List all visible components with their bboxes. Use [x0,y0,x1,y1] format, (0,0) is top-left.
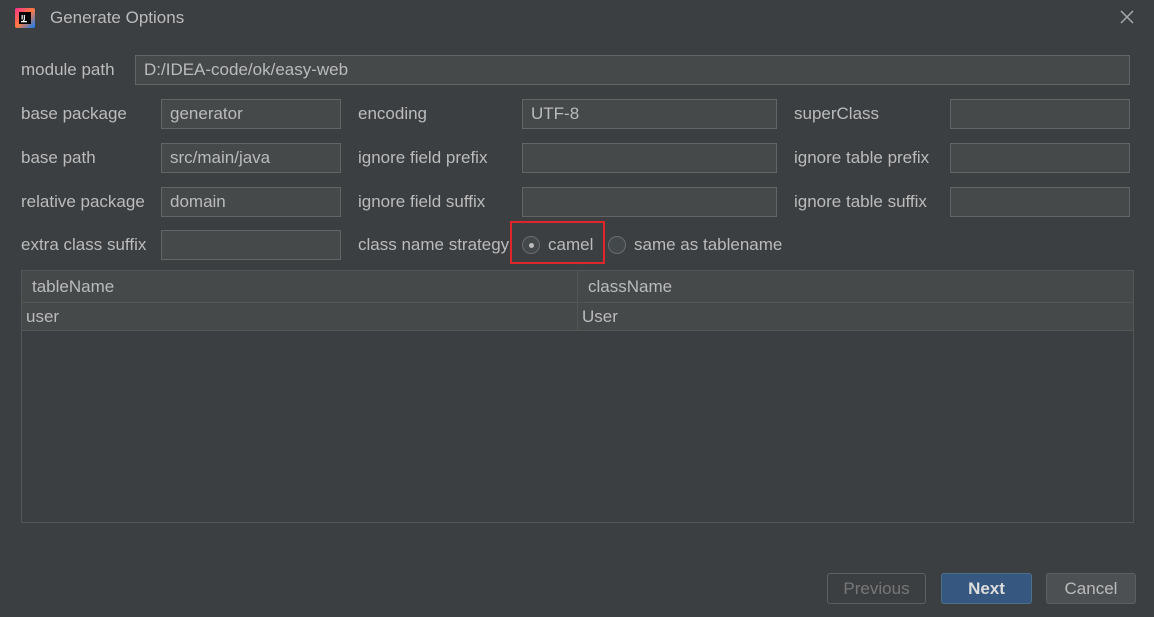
previous-button[interactable]: Previous [827,573,926,604]
ignore-field-prefix-label: ignore field prefix [358,148,488,167]
cancel-button[interactable]: Cancel [1046,573,1136,604]
cell-classname[interactable]: User [578,303,618,331]
svg-text:IJ: IJ [21,15,25,22]
intellij-idea-icon: IJ [15,8,35,28]
same-as-tablename-radio-label[interactable]: same as tablename [634,235,782,255]
super-class-field[interactable] [950,99,1130,129]
ignore-field-prefix-field[interactable] [522,143,777,173]
base-package-label: base package [21,104,127,123]
column-header-tablename[interactable]: tableName [22,271,114,303]
base-path-field[interactable]: src/main/java [161,143,341,173]
base-package-field[interactable]: generator [161,99,341,129]
class-name-strategy-label: class name strategy [358,235,510,254]
super-class-label: superClass [794,104,880,123]
close-icon[interactable] [1118,8,1136,26]
camel-radio-label[interactable]: camel [548,235,593,255]
column-separator[interactable] [577,271,578,331]
title-bar: IJ Generate Options [0,0,1154,36]
module-path-field[interactable]: D:/IDEA-code/ok/easy-web [135,55,1130,85]
relative-package-field[interactable]: domain [161,187,341,217]
extra-class-suffix-field[interactable] [161,230,341,260]
encoding-label: encoding [358,104,428,123]
relative-package-label: relative package [21,192,145,211]
camel-radio[interactable] [522,236,540,254]
ignore-table-prefix-field[interactable] [950,143,1130,173]
ignore-table-prefix-label: ignore table prefix [794,148,930,167]
encoding-field[interactable]: UTF-8 [522,99,777,129]
radio-selected-dot [529,243,534,248]
same-as-tablename-radio[interactable] [608,236,626,254]
ignore-field-suffix-label: ignore field suffix [358,192,486,211]
base-path-label: base path [21,148,96,167]
column-header-classname[interactable]: className [578,271,672,303]
extra-class-suffix-label: extra class suffix [21,235,147,254]
next-button[interactable]: Next [941,573,1032,604]
window-title: Generate Options [50,8,185,27]
ignore-field-suffix-field[interactable] [522,187,777,217]
module-path-label: module path [21,60,115,79]
table-mapping-grid[interactable]: tableName className user User [21,270,1134,523]
ignore-table-suffix-label: ignore table suffix [794,192,927,211]
cell-tablename[interactable]: user [22,303,59,331]
ignore-table-suffix-field[interactable] [950,187,1130,217]
